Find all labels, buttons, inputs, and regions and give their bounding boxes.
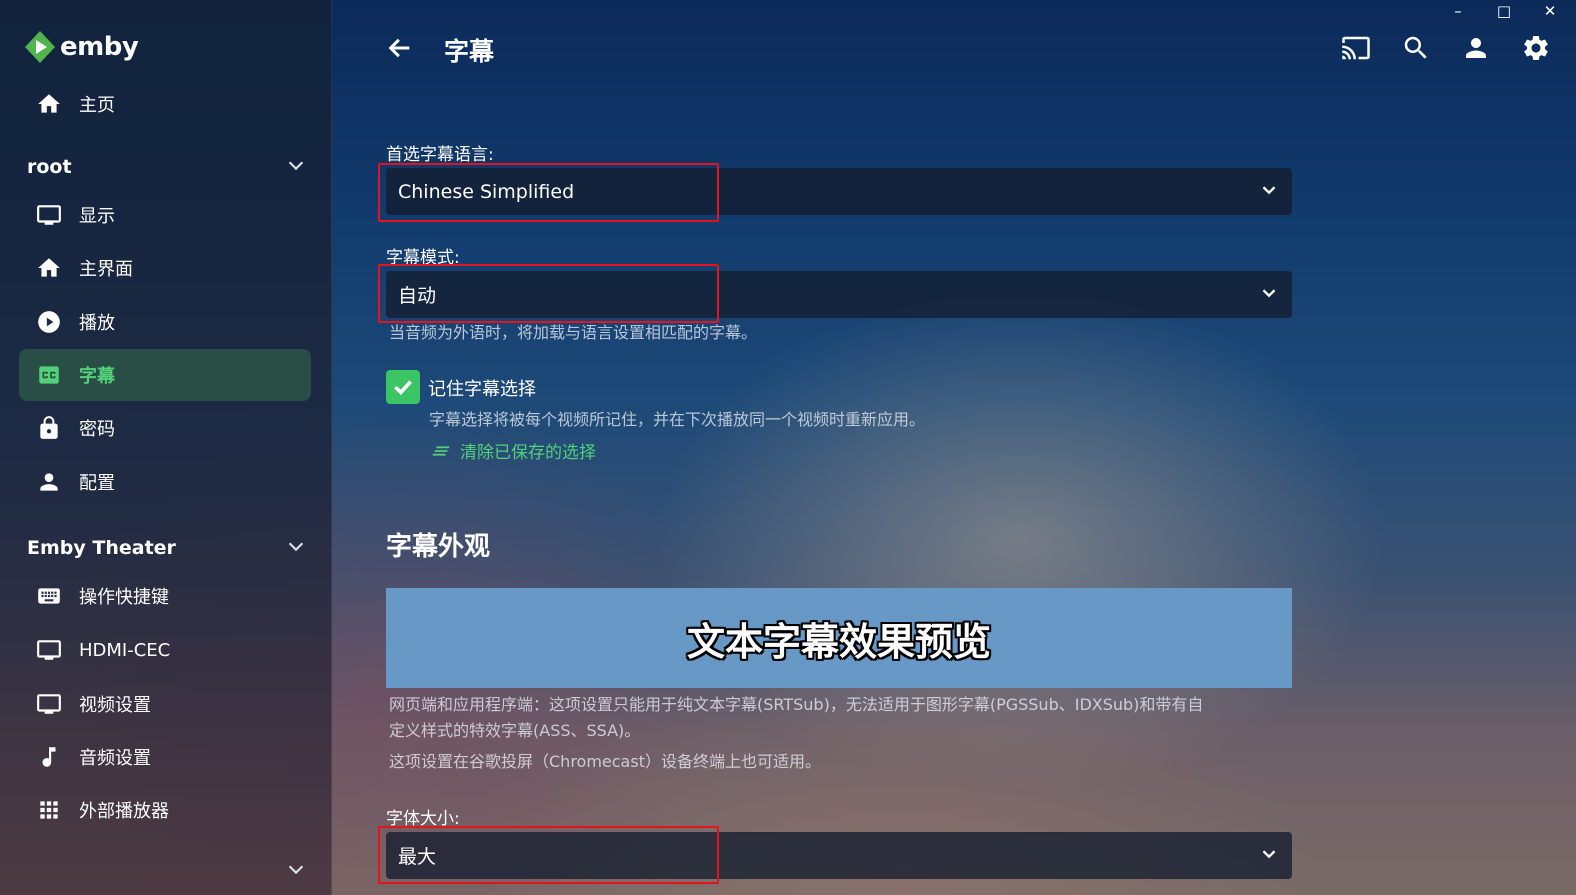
home-icon	[35, 254, 63, 282]
sidebar-item-home-screen[interactable]: 主界面	[19, 242, 311, 294]
sidebar-item-label: 主页	[79, 95, 115, 116]
person-icon	[1466, 38, 1486, 58]
sidebar-item-label: 外部播放器	[79, 801, 169, 822]
search-button[interactable]	[1400, 32, 1432, 64]
font-size-label: 字体大小:	[386, 809, 460, 829]
remember-checkbox[interactable]	[386, 370, 420, 404]
user-button[interactable]	[1460, 32, 1492, 64]
language-label: 首选字幕语言:	[386, 145, 494, 165]
sidebar-item-label: 播放	[79, 313, 115, 334]
font-size-select[interactable]: 最大	[386, 832, 1292, 879]
appearance-help-3: 这项设置在谷歌投屏（Chromecast）设备终端上也可适用。	[389, 752, 821, 771]
grid-icon	[35, 796, 63, 824]
arrow-left-icon	[388, 38, 410, 58]
maximize-button[interactable]: □	[1496, 2, 1512, 22]
sidebar-item-playback[interactable]: 播放	[19, 296, 311, 348]
window-controls: – □ ✕	[1450, 2, 1558, 22]
emby-logo-icon	[25, 31, 55, 63]
sidebar-item-label: 密码	[79, 419, 115, 440]
sidebar-item-label: 显示	[79, 206, 115, 227]
appearance-help-1: 网页端和应用程序端：这项设置只能用于纯文本字幕(SRTSub)，无法适用于图形字…	[389, 695, 1204, 714]
music-note-icon	[35, 743, 63, 771]
preview-text: 文本字幕效果预览	[686, 619, 991, 664]
sidebar-item-label: 操作快捷键	[79, 587, 169, 608]
font-size-select-value: 最大	[398, 846, 437, 868]
sidebar-item-label: 音频设置	[79, 748, 151, 769]
chevron-down-icon[interactable]	[285, 535, 307, 561]
sidebar-item-password[interactable]: 密码	[19, 402, 311, 454]
cast-icon	[1342, 36, 1370, 60]
search-icon	[1404, 36, 1427, 59]
chevron-down-icon[interactable]	[285, 858, 307, 884]
sidebar-item-external-player[interactable]: 外部播放器	[19, 784, 311, 836]
play-icon	[35, 308, 63, 336]
mode-help-text: 当音频为外语时，将加载与语言设置相匹配的字幕。	[389, 323, 758, 342]
subtitle-preview: 文本字幕效果预览	[386, 588, 1292, 688]
mode-select-value: 自动	[398, 285, 437, 307]
clear-all-icon	[432, 445, 450, 456]
sidebar-item-profile[interactable]: 配置	[19, 456, 311, 508]
sidebar-item-audio-settings[interactable]: 音频设置	[19, 731, 311, 783]
minimize-button[interactable]: –	[1450, 2, 1466, 22]
lock-icon	[35, 414, 63, 442]
clear-saved-label: 清除已保存的选择	[460, 443, 596, 463]
sidebar-item-subtitles[interactable]: 字幕	[19, 349, 311, 401]
section-emby-theater[interactable]: Emby Theater	[27, 533, 307, 563]
section-title-user: root	[27, 156, 72, 178]
sidebar-item-label: 配置	[79, 473, 115, 494]
appearance-help-2: 定义样式的特效字幕(ASS、SSA)。	[389, 721, 641, 740]
chevron-down-icon	[1258, 179, 1280, 205]
mode-label: 字幕模式:	[386, 248, 460, 268]
remember-help-text: 字幕选择将被每个视频所记住，并在下次播放同一个视频时重新应用。	[429, 410, 926, 429]
section-user[interactable]: root	[27, 152, 307, 182]
page-title: 字幕	[444, 37, 495, 66]
mode-select[interactable]: 自动	[386, 271, 1292, 318]
sidebar-item-shortcuts[interactable]: 操作快捷键	[19, 570, 311, 622]
emby-logo[interactable]: emby	[24, 30, 139, 64]
language-select[interactable]: Chinese Simplified	[386, 168, 1292, 215]
monitor-icon	[35, 201, 63, 229]
sidebar-item-label: 视频设置	[79, 695, 151, 716]
sidebar: emby 主页 root 显示 主界面 播放 字幕 密码 配置 Emby The…	[0, 0, 332, 895]
sidebar-item-hdmi-cec[interactable]: HDMI-CEC	[19, 624, 311, 676]
gear-icon	[1524, 35, 1548, 60]
language-select-value: Chinese Simplified	[398, 180, 575, 203]
close-button[interactable]: ✕	[1542, 2, 1558, 22]
home-icon	[35, 90, 63, 118]
checkmark-icon	[394, 380, 412, 396]
sidebar-item-video-settings[interactable]: 视频设置	[19, 678, 311, 730]
appearance-heading: 字幕外观	[386, 532, 491, 562]
settings-button[interactable]	[1520, 32, 1552, 64]
sidebar-item-display[interactable]: 显示	[19, 189, 311, 241]
remember-label: 记住字幕选择	[428, 379, 536, 400]
sidebar-item-label: 字幕	[79, 366, 115, 387]
logo-text: emby	[60, 32, 139, 62]
sidebar-item-home[interactable]: 主页	[19, 78, 311, 130]
back-button[interactable]	[386, 34, 416, 64]
cast-button[interactable]	[1340, 32, 1372, 64]
chevron-down-icon	[1258, 843, 1280, 869]
monitor-icon	[35, 690, 63, 718]
monitor-icon	[35, 636, 63, 664]
header-actions	[1340, 32, 1552, 64]
section-more[interactable]	[27, 856, 307, 886]
sidebar-item-label: HDMI-CEC	[79, 639, 171, 661]
section-title-app: Emby Theater	[27, 537, 176, 559]
person-icon	[35, 468, 63, 496]
chevron-down-icon[interactable]	[285, 154, 307, 180]
cc-icon	[35, 361, 63, 389]
chevron-down-icon	[1258, 282, 1280, 308]
clear-saved-link[interactable]: 清除已保存的选择	[430, 438, 596, 463]
keyboard-icon	[35, 582, 63, 610]
sidebar-item-label: 主界面	[79, 259, 133, 280]
